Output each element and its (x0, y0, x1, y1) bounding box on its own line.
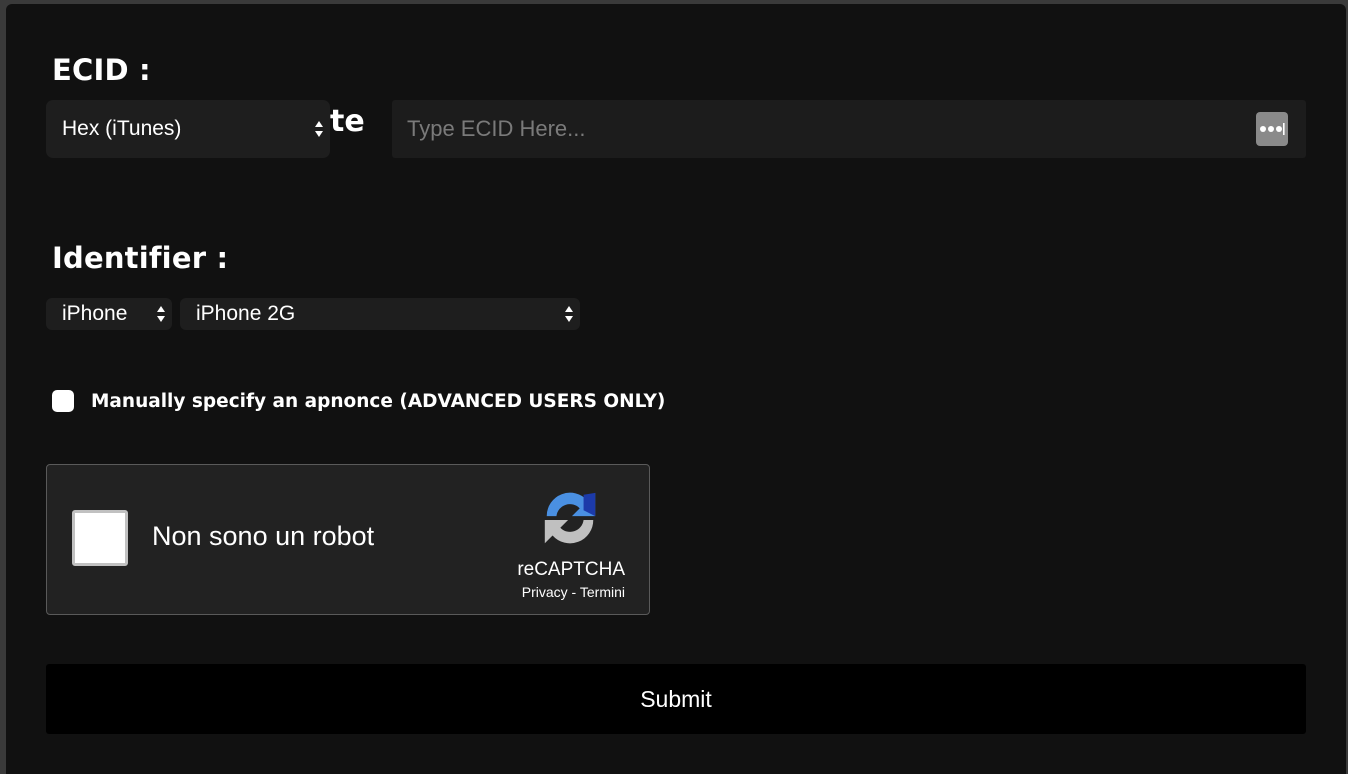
ecid-overlap-text: te (330, 104, 365, 139)
recaptcha-privacy-link[interactable]: Privacy (522, 584, 568, 600)
ecid-format-select[interactable]: Hex (iTunes) (46, 100, 330, 158)
identifier-heading: Identifier : (52, 241, 229, 275)
recaptcha-label: Non sono un robot (152, 521, 375, 551)
dots-icon (1260, 123, 1285, 135)
device-model-select[interactable]: iPhone 2G (180, 298, 580, 330)
device-type-selected-value: iPhone (62, 302, 128, 325)
device-model-selected-value: iPhone 2G (196, 302, 296, 325)
form-panel: ECID : te Hex (iTunes) Identifier : iPho… (6, 4, 1346, 774)
recaptcha-checkbox[interactable] (72, 510, 128, 566)
password-manager-dots-icon[interactable] (1256, 112, 1288, 146)
recaptcha-brand: reCAPTCHA (517, 559, 625, 580)
ecid-input[interactable] (392, 100, 1306, 158)
recaptcha-terms-link[interactable]: Termini (580, 584, 625, 600)
recaptcha-links: Privacy - Termini (522, 584, 625, 600)
advanced-apnonce-checkbox[interactable] (52, 390, 74, 412)
recaptcha-widget: Non sono un robot reCAPTCHA Privacy - Te… (46, 464, 650, 615)
recaptcha-link-separator: - (567, 584, 580, 600)
advanced-apnonce-option: Manually specify an apnonce (ADVANCED US… (52, 390, 665, 412)
select-arrows-icon (565, 306, 573, 322)
ecid-heading: ECID : (52, 53, 151, 87)
ecid-format-selected-value: Hex (iTunes) (62, 117, 182, 140)
advanced-apnonce-label[interactable]: Manually specify an apnonce (ADVANCED US… (91, 391, 665, 412)
ecid-input-container (392, 100, 1306, 158)
submit-button[interactable]: Submit (46, 664, 1306, 734)
select-arrows-icon (157, 306, 165, 322)
select-arrows-icon (315, 121, 323, 137)
recaptcha-logo-icon (544, 492, 596, 544)
device-type-select[interactable]: iPhone (46, 298, 172, 330)
